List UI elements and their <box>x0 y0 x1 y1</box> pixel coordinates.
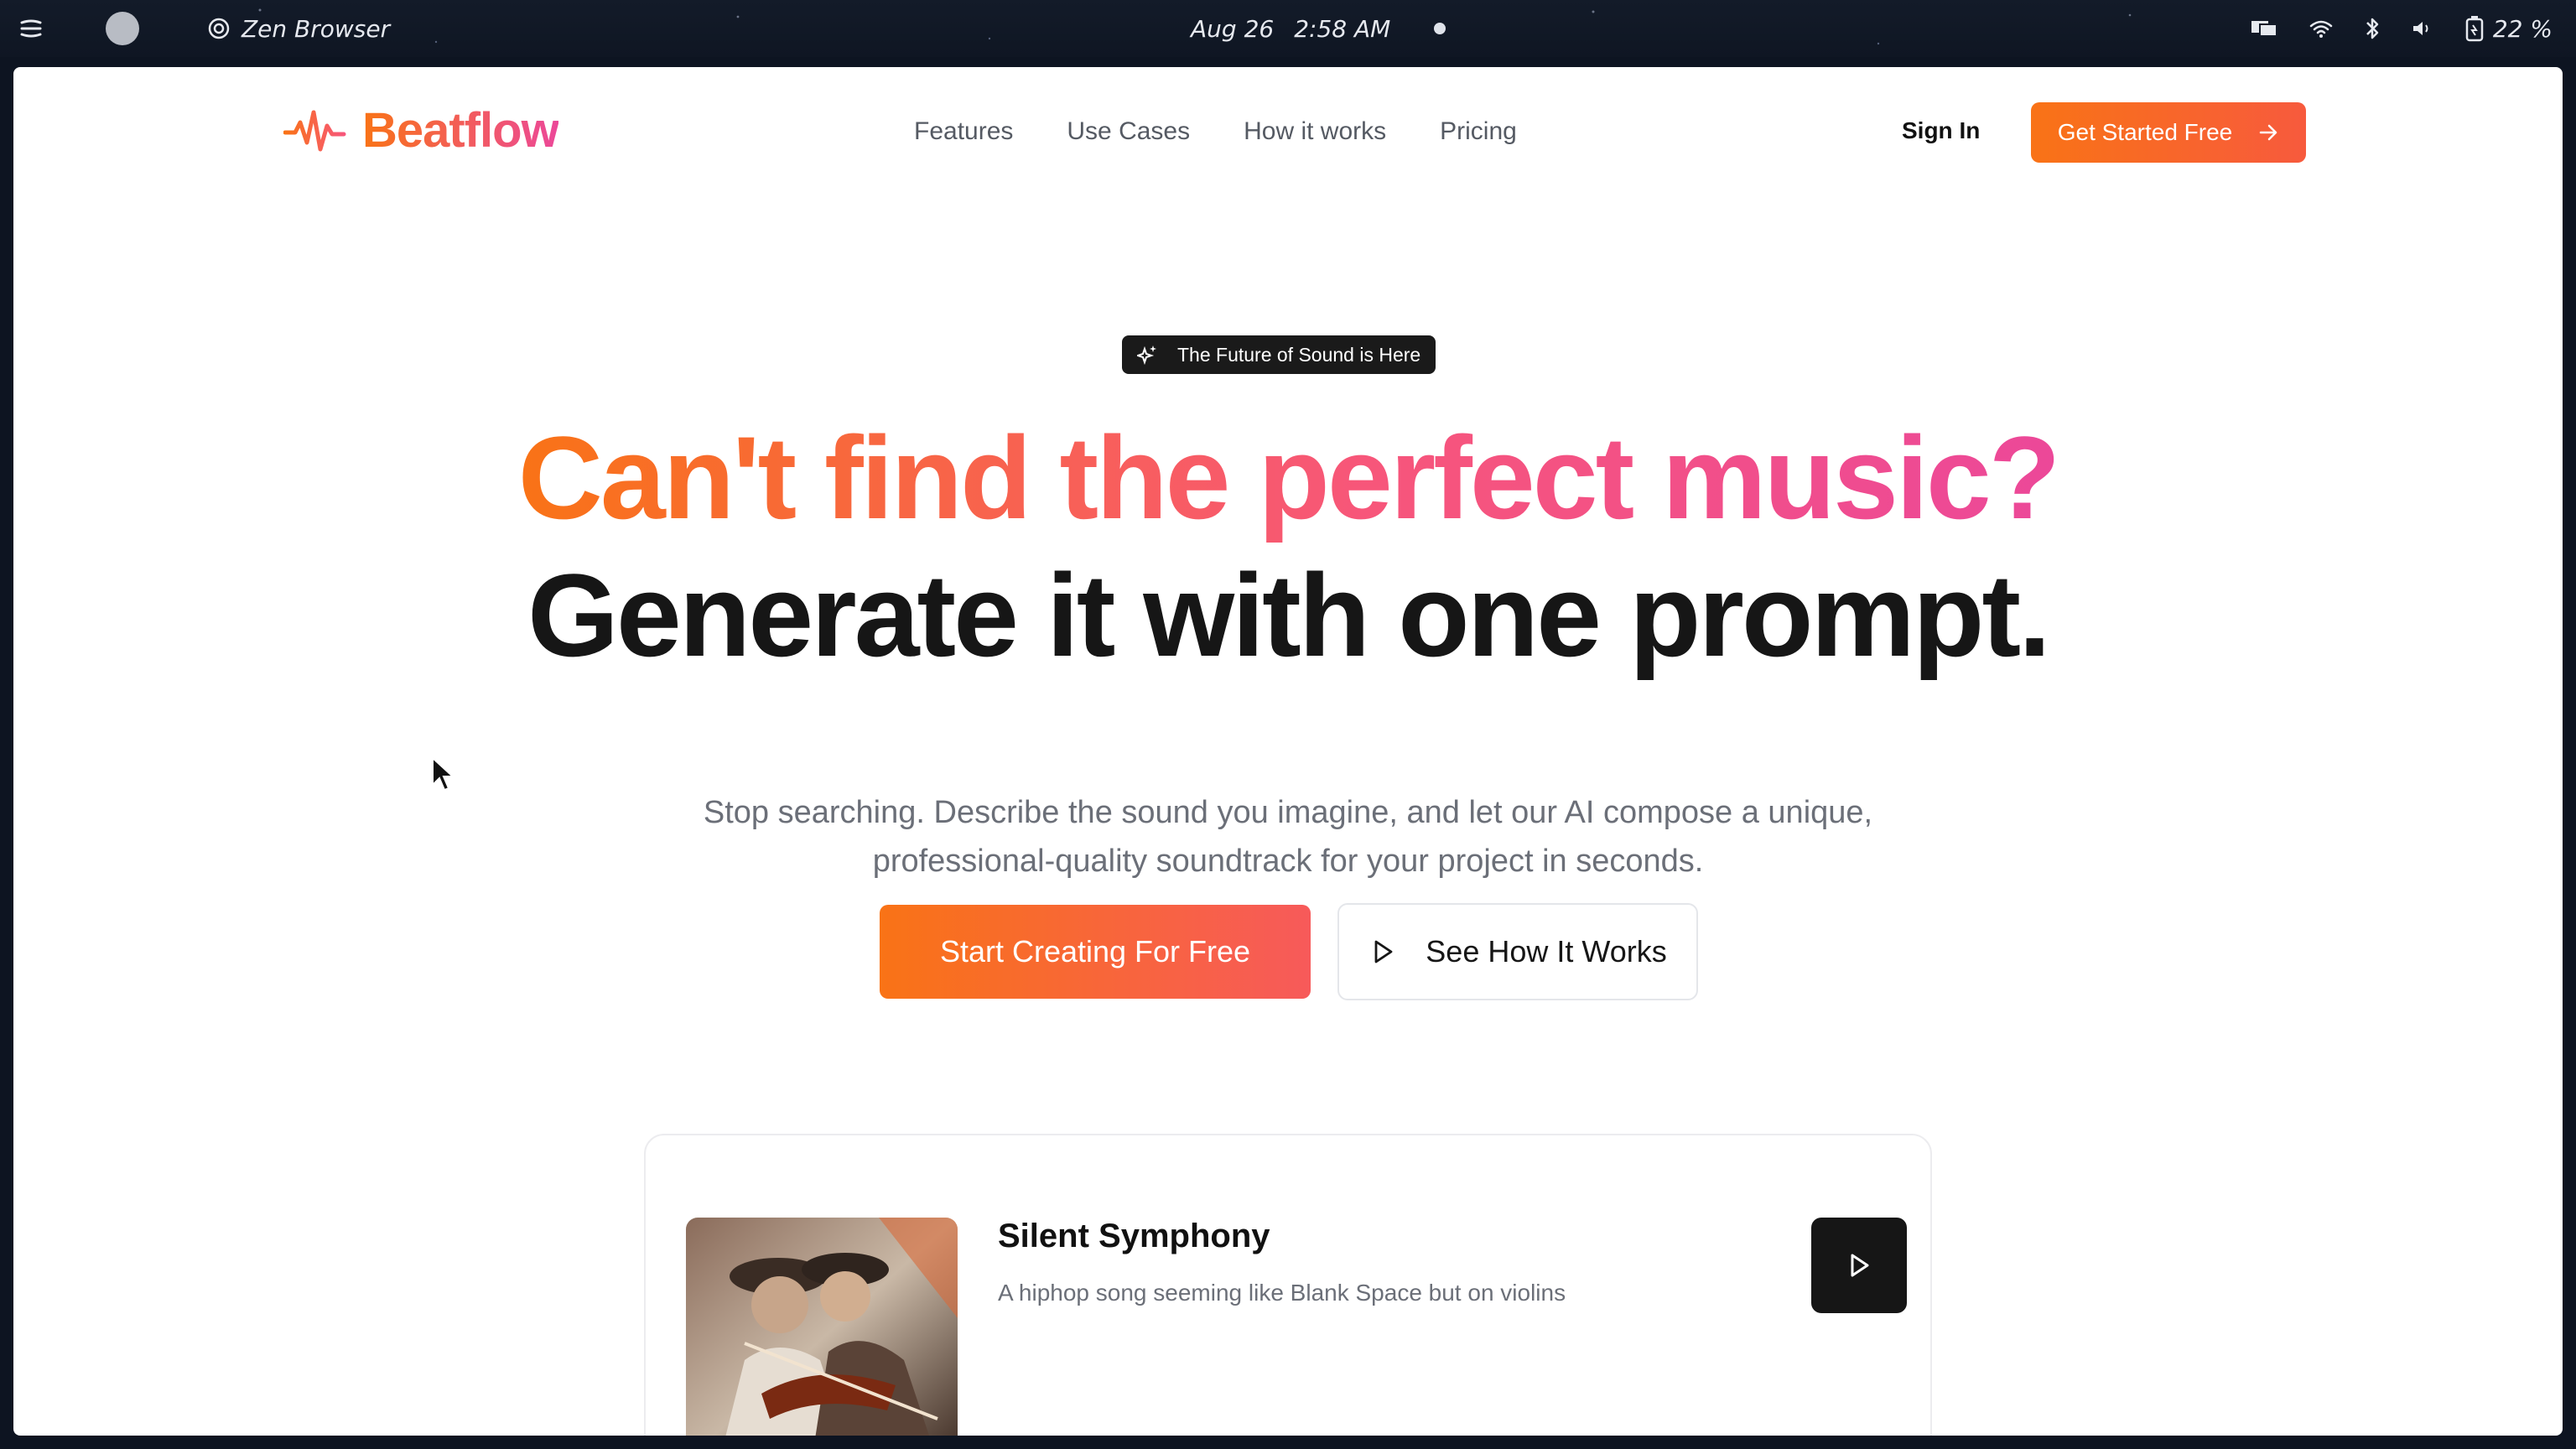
logo[interactable]: Beatflow <box>283 102 559 158</box>
sparkles-icon <box>1137 345 1156 366</box>
get-started-label: Get Started Free <box>2057 119 2233 145</box>
nav-link-how-it-works[interactable]: How it works <box>1244 117 1386 146</box>
arrow-right-icon <box>2260 124 2277 141</box>
hero-badge: The Future of Sound is Here <box>1122 335 1436 374</box>
battery-percent: 22 % <box>2492 14 2553 43</box>
bluetooth-icon[interactable] <box>2364 16 2381 41</box>
headline-line-2: Generate it with one prompt. <box>527 549 2051 681</box>
get-started-button[interactable]: Get Started Free <box>2031 102 2306 163</box>
song-title: Silent Symphony <box>998 1218 1270 1254</box>
play-icon <box>1374 940 1393 963</box>
hero-subtitle: Stop searching. Describe the sound you i… <box>617 788 1959 886</box>
screen-share-icon[interactable] <box>2250 18 2278 39</box>
see-how-label: See How It Works <box>1426 934 1667 969</box>
time-label: 2:58 AM <box>1294 14 1391 43</box>
app-icon <box>208 18 230 39</box>
notification-dot <box>1434 23 1446 34</box>
mouse-cursor-icon <box>432 756 455 792</box>
play-icon <box>1851 1254 1869 1277</box>
nav-link-use-cases[interactable]: Use Cases <box>1067 117 1190 146</box>
volume-icon[interactable] <box>2411 18 2434 39</box>
sign-in-link[interactable]: Sign In <box>1902 117 1980 144</box>
wifi-icon[interactable] <box>2309 18 2334 39</box>
nav-link-features[interactable]: Features <box>914 117 1013 146</box>
subtitle-line-2: professional-quality soundtrack for your… <box>872 844 1704 879</box>
browser-window: Beatflow Features Use Cases How it works… <box>13 67 2563 1436</box>
song-preview-card: Silent Symphony A hiphop song seeming li… <box>644 1134 1932 1436</box>
nav-link-pricing[interactable]: Pricing <box>1440 117 1517 146</box>
date-label: Aug 26 <box>1191 14 1275 43</box>
nav-links: Features Use Cases How it works Pricing <box>914 117 1517 146</box>
battery-icon[interactable]: 22 % <box>2464 15 2553 43</box>
active-app[interactable]: Zen Browser <box>208 15 390 43</box>
menu-logo-icon[interactable] <box>18 18 44 39</box>
see-how-it-works-button[interactable]: See How It Works <box>1337 903 1698 1000</box>
logo-text: Beatflow <box>362 103 559 158</box>
start-creating-button[interactable]: Start Creating For Free <box>880 905 1311 999</box>
subtitle-line-1: Stop searching. Describe the sound you i… <box>703 795 1873 830</box>
workspace-indicator[interactable] <box>106 12 139 45</box>
app-name: Zen Browser <box>242 14 391 43</box>
waveform-logo-icon <box>283 110 346 151</box>
site-nav: Beatflow Features Use Cases How it works… <box>13 67 2563 201</box>
os-top-bar: Zen Browser Aug 26 2:58 AM 22 % <box>0 0 2576 57</box>
headline-gradient-text: Can't find the perfect music? <box>517 412 2060 543</box>
song-description: A hiphop song seeming like Blank Space b… <box>998 1280 1566 1306</box>
headline-line-1: Can't find the perfect music? <box>13 411 2563 545</box>
song-cover-image <box>686 1218 958 1436</box>
clock[interactable]: Aug 26 2:58 AM <box>1191 0 1446 57</box>
play-song-button[interactable] <box>1811 1218 1907 1313</box>
badge-text: The Future of Sound is Here <box>1177 343 1421 366</box>
